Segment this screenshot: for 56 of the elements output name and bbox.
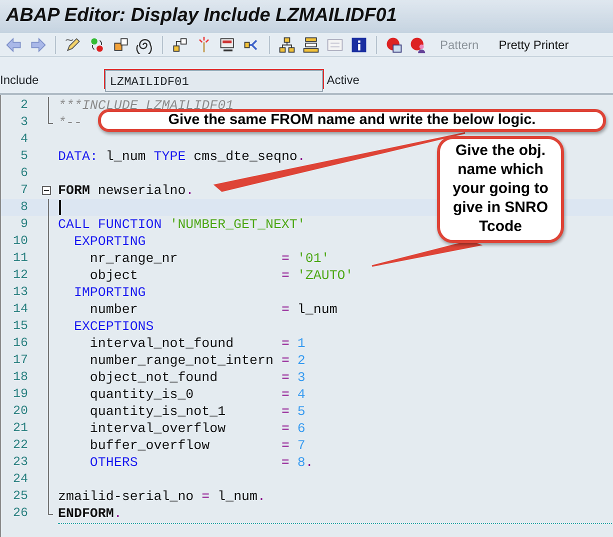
line-number: 23: [12, 454, 29, 472]
code-line: quantity_is_not_1 = 5: [88, 402, 306, 421]
callout: Give the obj. name which your going to give in SNRO Tcode: [437, 136, 564, 243]
code-line: number = l_num: [88, 300, 338, 319]
line-number: 21: [12, 420, 29, 438]
field-label: Include: [0, 72, 39, 89]
callout: Give the same FROM name and write the below logic.: [98, 109, 606, 132]
code-line: EXPORTING: [72, 232, 146, 251]
status-text: Active: [326, 72, 360, 89]
line-number: 24: [12, 471, 29, 488]
window-title: ABAP Editor: Display Include LZMAILIDF01: [6, 4, 398, 28]
line-number: 25: [12, 488, 29, 506]
line-number: 16: [12, 335, 29, 352]
line-number: 18: [12, 369, 29, 386]
include-field[interactable]: LZMAILIDF01: [104, 70, 323, 92]
line-number: 14: [12, 301, 29, 318]
line-number: 26: [12, 505, 29, 522]
line-number: 15: [12, 318, 29, 336]
line-number: 11: [12, 250, 29, 268]
code-line: OTHERS = 8.: [88, 454, 314, 472]
line-number: 20: [12, 403, 29, 420]
line-number: 12: [12, 267, 29, 284]
collapse-icon[interactable]: [42, 186, 50, 195]
code-line: CALL FUNCTION 'NUMBER_GET_NEXT': [58, 216, 306, 234]
code-line: zmailid-serial_no = l_num.: [58, 488, 266, 506]
line-number: 10: [12, 233, 29, 250]
line-number: 4: [19, 131, 29, 148]
line-number: 6: [19, 165, 29, 182]
toolbar-button[interactable]: Pretty Printer: [490, 36, 577, 54]
line-number: 17: [12, 352, 29, 370]
code-line: buffer_overflow = 7: [88, 436, 306, 455]
line-number: 13: [12, 284, 29, 302]
line-number: 8: [19, 199, 29, 216]
text-cursor: [59, 200, 61, 215]
line-number: 7: [19, 182, 29, 200]
code-line: number_range_not_intern = 2: [88, 352, 306, 370]
line-number: 5: [19, 148, 29, 166]
line-number: 2: [19, 97, 29, 114]
code-line: IMPORTING: [72, 284, 146, 302]
tree-icon[interactable]: [277, 34, 297, 54]
code-line: FORM newserialno.: [58, 182, 194, 200]
code-line: quantity_is_0 = 4: [88, 386, 306, 404]
code-line: object_not_found = 3: [88, 368, 306, 387]
code-line: interval_not_found = 1: [88, 334, 306, 353]
code-line: object = 'ZAUTO': [88, 266, 354, 285]
stack-icon[interactable]: [301, 34, 321, 54]
line-number: 19: [12, 386, 29, 404]
code-line: DATA: l_num TYPE cms_dte_seqno.: [58, 148, 306, 166]
line-number: 22: [12, 437, 29, 454]
code-line: interval_overflow = 6: [88, 420, 306, 438]
code-line: ENDFORM.: [58, 504, 122, 523]
line-number: 9: [19, 216, 29, 234]
code-line: EXCEPTIONS: [72, 318, 154, 336]
code-line: nr_range_nr = '01': [88, 250, 330, 268]
code-line: *--: [58, 114, 82, 132]
line-number: 3: [19, 114, 29, 132]
